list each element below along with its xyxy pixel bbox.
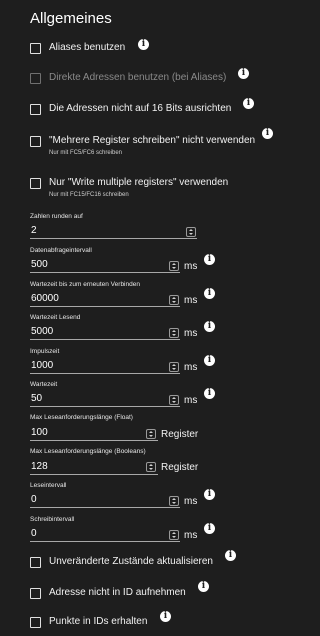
wait-time-spinner[interactable] — [169, 395, 179, 405]
read-wait-input[interactable]: 5000 — [30, 325, 180, 340]
no-multiple-write-info-icon[interactable]: i — [262, 128, 273, 139]
pulse-time-label: Impulszeit — [30, 348, 60, 355]
no-align-16bit-checkbox[interactable] — [30, 104, 41, 115]
wait-time-input[interactable]: 50 — [30, 392, 180, 407]
poll-interval-info-icon[interactable]: i — [204, 254, 215, 265]
max-read-float-label: Max Leseanforderungslänge (Float) — [30, 414, 133, 421]
pulse-time-unit: ms — [184, 362, 198, 373]
update-unchanged-info-icon[interactable]: i — [225, 550, 236, 561]
keep-points-info-icon[interactable]: i — [160, 611, 171, 622]
max-read-float-spinner[interactable] — [146, 429, 156, 439]
max-read-float-input[interactable]: 100 — [30, 426, 158, 441]
no-address-in-id-info-icon[interactable]: i — [198, 581, 209, 592]
no-address-in-id-checkbox[interactable] — [30, 588, 41, 599]
write-interval-info-icon[interactable]: i — [204, 523, 215, 534]
wait-time-label: Wartezeit — [30, 381, 58, 388]
poll-interval-label: Datenabfrageintervall — [30, 247, 92, 254]
pulse-time-info-icon[interactable]: i — [204, 355, 215, 366]
update-unchanged-label[interactable]: Unveränderte Zustände aktualisieren — [49, 556, 213, 567]
write-interval-spinner[interactable] — [169, 530, 179, 540]
round-digits-label: Zahlen runden auf — [30, 213, 83, 220]
round-digits-spinner[interactable] — [186, 227, 196, 237]
write-interval-input[interactable]: 0 — [30, 527, 180, 542]
direct-addresses-label: Direkte Adressen benutzen (bei Aliases) — [49, 72, 227, 83]
read-wait-info-icon[interactable]: i — [204, 321, 215, 332]
read-interval-label: Leseintervall — [30, 482, 67, 489]
reconnect-wait-label: Wartezeit bis zum erneuten Verbinden — [30, 281, 140, 288]
poll-interval-input[interactable]: 500 — [30, 258, 180, 273]
read-interval-info-icon[interactable]: i — [204, 489, 215, 500]
keep-points-label[interactable]: Punkte in IDs erhalten — [49, 616, 147, 627]
no-multiple-write-checkbox[interactable] — [30, 136, 41, 147]
reconnect-wait-input[interactable]: 60000 — [30, 292, 180, 307]
direct-addresses-info-icon[interactable]: i — [238, 68, 249, 79]
read-wait-label: Wartezeit Lesend — [30, 314, 81, 321]
max-read-bool-label: Max Leseanforderungslänge (Booleans) — [30, 448, 146, 455]
pulse-time-spinner[interactable] — [169, 362, 179, 372]
update-unchanged-checkbox[interactable] — [30, 557, 41, 568]
aliases-info-icon[interactable]: i — [138, 39, 149, 50]
reconnect-wait-unit: ms — [184, 295, 198, 306]
write-interval-label: Schreibintervall — [30, 516, 75, 523]
aliases-checkbox[interactable] — [30, 43, 41, 54]
only-write-multiple-label[interactable]: Nur "Write multiple registers" verwenden — [49, 177, 228, 188]
no-align-16bit-info-icon[interactable]: i — [243, 98, 254, 109]
poll-interval-unit: ms — [184, 261, 198, 272]
max-read-float-unit: Register — [161, 429, 199, 440]
round-digits-input[interactable]: 2 — [30, 224, 197, 239]
write-interval-unit: ms — [184, 530, 198, 541]
only-write-multiple-checkbox[interactable] — [30, 178, 41, 189]
only-write-multiple-sub: Nur mit FC15/FC16 schreiben — [49, 192, 129, 198]
keep-points-checkbox[interactable] — [30, 617, 41, 628]
no-multiple-write-label[interactable]: "Mehrere Register schreiben" nicht verwe… — [49, 135, 255, 146]
reconnect-wait-spinner[interactable] — [169, 295, 179, 305]
direct-addresses-checkbox[interactable] — [30, 73, 41, 84]
reconnect-wait-info-icon[interactable]: i — [204, 288, 215, 299]
wait-time-unit: ms — [184, 395, 198, 406]
max-read-bool-unit: Register — [161, 462, 199, 473]
max-read-bool-spinner[interactable] — [146, 462, 156, 472]
read-interval-spinner[interactable] — [169, 496, 179, 506]
wait-time-info-icon[interactable]: i — [204, 388, 215, 399]
no-align-16bit-label[interactable]: Die Adressen nicht auf 16 Bits ausrichte… — [49, 103, 231, 114]
no-address-in-id-label[interactable]: Adresse nicht in ID aufnehmen — [49, 587, 186, 598]
poll-interval-spinner[interactable] — [169, 261, 179, 271]
read-wait-spinner[interactable] — [169, 328, 179, 338]
aliases-label[interactable]: Aliases benutzen — [49, 42, 125, 53]
no-multiple-write-sub: Nur mit FC5/FC6 schreiben — [49, 150, 123, 156]
section-title: Allgemeines — [30, 10, 112, 27]
pulse-time-input[interactable]: 1000 — [30, 359, 180, 374]
read-wait-unit: ms — [184, 328, 198, 339]
read-interval-input[interactable]: 0 — [30, 493, 180, 508]
read-interval-unit: ms — [184, 496, 198, 507]
max-read-bool-input[interactable]: 128 — [30, 460, 158, 475]
